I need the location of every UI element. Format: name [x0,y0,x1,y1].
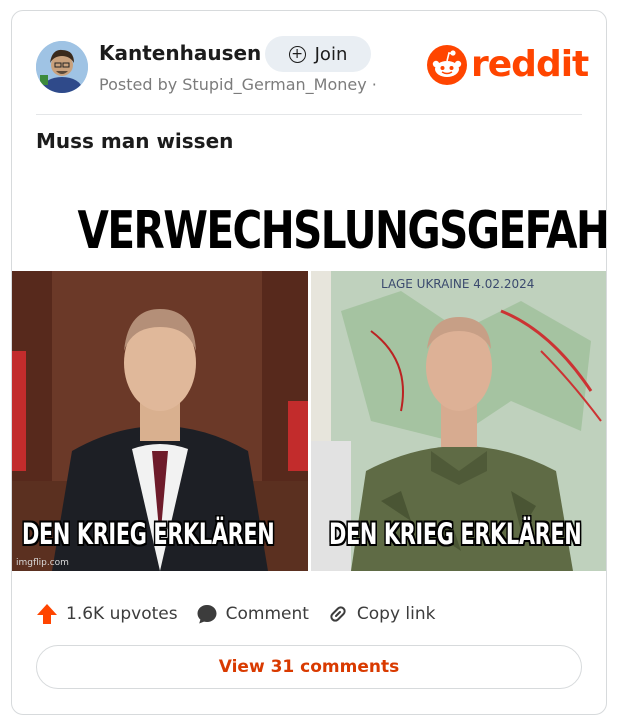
join-button[interactable]: + Join [265,36,371,72]
comment-label: Comment [225,604,309,624]
upvote-count: 1.6K upvotes [66,604,178,624]
post-card: Kantenhausen + Join Posted by Stupid_Ger… [11,10,607,715]
comment-bubble-icon [197,605,217,624]
subreddit-name[interactable]: Kantenhausen [99,41,261,65]
reddit-wordmark: reddit [471,44,589,85]
plus-circle-icon: + [288,45,306,63]
meme-left-panel: DEN KRIEG ERKLÄREN imgflip.com [12,271,308,571]
upvote-arrow-icon [37,604,57,624]
post-image[interactable]: VERWECHSLUNGSGEFAHR DEN KRIEG ERKLÄREN i… [12,171,607,571]
post-actions: 1.6K upvotes Comment Copy link [36,603,436,625]
meme-headline: VERWECHSLUNGSGEFAHR [77,201,607,261]
reddit-logo[interactable]: reddit [427,44,589,85]
subreddit-avatar[interactable] [36,41,88,93]
upvote-action[interactable]: 1.6K upvotes [36,603,178,625]
meme-right-panel: LAGE UKRAINE 4.02.2024 DEN KRIEG ERKLÄRE… [311,271,606,571]
map-label: LAGE UKRAINE 4.02.2024 [381,277,535,291]
copy-link-action[interactable]: Copy link [327,603,436,625]
comment-action[interactable]: Comment [196,603,309,625]
reddit-snoo-icon [427,45,467,85]
posted-by: Posted by Stupid_German_Money · [99,75,377,94]
right-caption: DEN KRIEG ERKLÄREN [329,517,582,551]
post-title[interactable]: Muss man wissen [36,129,233,153]
left-caption: DEN KRIEG ERKLÄREN [22,517,275,551]
view-comments-button[interactable]: View 31 comments [36,645,582,689]
header-divider [36,114,582,115]
join-label: Join [314,43,348,65]
link-icon [330,606,346,622]
imgflip-watermark: imgflip.com [16,558,69,568]
copy-link-label: Copy link [356,604,436,624]
avatar-image [36,41,88,93]
